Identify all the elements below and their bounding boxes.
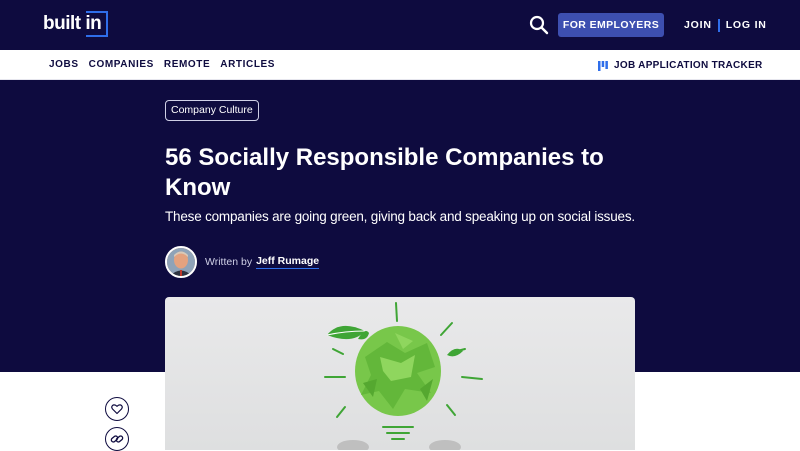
job-application-tracker-link[interactable]: JOB APPLICATION TRACKER (598, 60, 763, 71)
auth-divider (717, 18, 720, 32)
lightbulb-illustration (324, 302, 483, 450)
written-by-label: Written by (205, 256, 253, 268)
join-link[interactable]: JOIN (684, 19, 712, 31)
auth-links: JOIN LOG IN (684, 18, 767, 32)
category-tag[interactable]: Company Culture (165, 100, 259, 121)
link-icon (110, 435, 124, 443)
tracker-icon (598, 60, 608, 71)
builtin-logo[interactable]: built in (43, 11, 110, 39)
top-header: built in FOR EMPLOYERS JOIN LOG IN (0, 0, 800, 50)
author-avatar[interactable] (165, 246, 197, 278)
nav-item-remote[interactable]: REMOTE (164, 59, 210, 70)
for-employers-button[interactable]: FOR EMPLOYERS (558, 13, 664, 37)
author-name-link[interactable]: Jeff Rumage (256, 255, 320, 269)
tracker-label: JOB APPLICATION TRACKER (614, 60, 763, 71)
author-byline: Written by Jeff Rumage (165, 246, 320, 278)
nav-item-companies[interactable]: COMPANIES (89, 59, 154, 70)
article-subtitle: These companies are going green, giving … (165, 209, 635, 224)
logo-frame (86, 11, 108, 37)
feature-image (165, 297, 635, 450)
avatar-photo (167, 248, 195, 276)
nav-item-jobs[interactable]: JOBS (49, 59, 79, 70)
main-nav: JOBS COMPANIES REMOTE ARTICLES JOB APPLI… (0, 50, 800, 80)
article-title: 56 Socially Responsible Companies to Kno… (165, 144, 604, 201)
search-button[interactable] (529, 15, 549, 35)
save-article-button[interactable] (105, 397, 129, 421)
heart-icon (111, 404, 123, 415)
copy-link-button[interactable] (105, 427, 129, 451)
login-link[interactable]: LOG IN (726, 19, 767, 31)
search-icon (529, 15, 549, 35)
nav-item-articles[interactable]: ARTICLES (220, 59, 275, 70)
nav-links: JOBS COMPANIES REMOTE ARTICLES (49, 59, 275, 70)
